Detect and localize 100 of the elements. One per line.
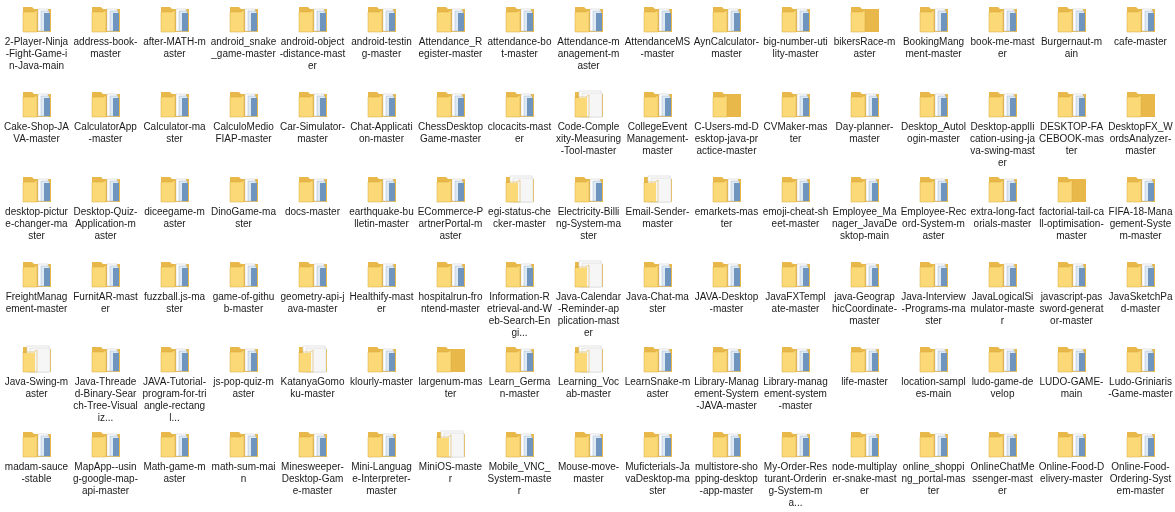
- folder-name[interactable]: location-samples-main: [900, 376, 967, 400]
- folder-name[interactable]: Mobile_VNC_System-master: [486, 461, 553, 497]
- folder-name[interactable]: clocacits-master: [486, 121, 553, 145]
- folder-name[interactable]: Java-Calendar-Reminder-application-master: [555, 291, 622, 339]
- folder-name[interactable]: life-master: [831, 376, 898, 388]
- folder-name[interactable]: DesktopFX_WordsAnalyzer-master: [1107, 121, 1174, 157]
- folder-name[interactable]: My-Order-Resturant-Ordering-System-ma...: [762, 461, 829, 509]
- folder-name[interactable]: earthquake-bulletin-master: [348, 206, 415, 230]
- folder-name[interactable]: KatanyaGomoku-master: [279, 376, 346, 400]
- folder-name[interactable]: Mini-Language-Interpreter-master: [348, 461, 415, 497]
- folder-name[interactable]: BookingMangment-master: [900, 36, 967, 60]
- folder-name[interactable]: DESKTOP-FACEBOOK-master: [1038, 121, 1105, 157]
- folder-name[interactable]: javascript-password-generator-master: [1038, 291, 1105, 327]
- folder-name[interactable]: android-object-distance-master: [279, 36, 346, 72]
- folder-name[interactable]: largenum-master: [417, 376, 484, 400]
- folder-name[interactable]: attendance-bot-master: [486, 36, 553, 60]
- folder-name[interactable]: ludo-game-develop: [969, 376, 1036, 400]
- folder-name[interactable]: bikersRace-master: [831, 36, 898, 60]
- folder-name[interactable]: Library-Management-System-JAVA-master: [693, 376, 760, 412]
- folder-name[interactable]: ECommerce-PartnerPortal-master: [417, 206, 484, 242]
- folder-name[interactable]: Chat-Application-master: [348, 121, 415, 145]
- folder-name[interactable]: Electricity-Billing-System-master: [555, 206, 622, 242]
- folder-name[interactable]: CVMaker-master: [762, 121, 829, 145]
- folder-name[interactable]: desktop-picture-changer-master: [3, 206, 70, 242]
- folder-name[interactable]: AttendanceMS-master: [624, 36, 691, 60]
- folder-name[interactable]: MapApp--using-google-map-api-master: [72, 461, 139, 497]
- folder-name[interactable]: LearnSnake-master: [624, 376, 691, 400]
- folder-name[interactable]: big-number-utility-master: [762, 36, 829, 60]
- folder-name[interactable]: Muficterials-JavaDesktop-master: [624, 461, 691, 497]
- folder-name[interactable]: Code-Complexity-Measuring-Tool-master: [555, 121, 622, 157]
- folder-name[interactable]: factorial-tail-call-optimisation-master: [1038, 206, 1105, 242]
- folder-name[interactable]: java-GeographicCoordinate-master: [831, 291, 898, 327]
- folder-name[interactable]: Java-Threaded-Binary-Search-Tree-Visualiz...: [72, 376, 139, 424]
- folder-name[interactable]: Library-management-system-master: [762, 376, 829, 412]
- folder-name[interactable]: geometry-api-java-master: [279, 291, 346, 315]
- folder-name[interactable]: extra-long-factorials-master: [969, 206, 1036, 230]
- folder-name[interactable]: CalculatorApp-master: [72, 121, 139, 145]
- folder-name[interactable]: FIFA-18-Management-System-master: [1107, 206, 1174, 242]
- folder-name[interactable]: Email-Sender-master: [624, 206, 691, 230]
- folder-name[interactable]: Day-planner-master: [831, 121, 898, 145]
- folder-name[interactable]: Desktop_Autologin-master: [900, 121, 967, 145]
- folder-name[interactable]: Online-Food-Ordering-System-master: [1107, 461, 1174, 497]
- folder-name[interactable]: 2-Player-Ninja-Fight-Game-in-Java-main: [3, 36, 70, 72]
- folder-name[interactable]: game-of-github-master: [210, 291, 277, 315]
- folder-name[interactable]: Employee-Record-System-master: [900, 206, 967, 242]
- folder-name[interactable]: Mouse-move-master: [555, 461, 622, 485]
- folder-name[interactable]: FreightManagement-master: [3, 291, 70, 315]
- folder-name[interactable]: FurnitAR-master: [72, 291, 139, 315]
- folder-name[interactable]: CollegeEventManagement-master: [624, 121, 691, 157]
- folder-name[interactable]: Attendance-management-master: [555, 36, 622, 72]
- folder-name[interactable]: diceegame-master: [141, 206, 208, 230]
- folder-name[interactable]: Learning_Vocab-master: [555, 376, 622, 400]
- folder-name[interactable]: Information-Retrieval-and-Web-Search-Engi...: [486, 291, 553, 339]
- folder-name[interactable]: Java-Chat-master: [624, 291, 691, 315]
- folder-name[interactable]: Minesweeper-Desktop-Game-master: [279, 461, 346, 497]
- folder-name[interactable]: JavaFXTemplate-master: [762, 291, 829, 315]
- folder-name[interactable]: Attendance_Register-master: [417, 36, 484, 60]
- folder-name[interactable]: LUDO-GAME-main: [1038, 376, 1105, 400]
- folder-name[interactable]: android-testing-master: [348, 36, 415, 60]
- folder-name[interactable]: Healthify-master: [348, 291, 415, 315]
- folder-name[interactable]: Burgernaut-main: [1038, 36, 1105, 60]
- folder-name[interactable]: address-book-master: [72, 36, 139, 60]
- folder-name[interactable]: online_shopping_portal-master: [900, 461, 967, 497]
- folder-name[interactable]: fuzzball.js-master: [141, 291, 208, 315]
- folder-name[interactable]: book-me-master: [969, 36, 1036, 60]
- folder-name[interactable]: Cake-Shop-JAVA-master: [3, 121, 70, 145]
- folder-name[interactable]: Java-Interview-Programs-master: [900, 291, 967, 327]
- folder-name[interactable]: madam-sauce-stable: [3, 461, 70, 485]
- folder-name[interactable]: cafe-master: [1107, 36, 1174, 48]
- folder-name[interactable]: JAVA-Desktop-master: [693, 291, 760, 315]
- folder-name[interactable]: emarkets-master: [693, 206, 760, 230]
- folder-name[interactable]: Desktop-applIication-using-java-swing-master: [969, 121, 1036, 169]
- folder-name[interactable]: js-pop-quiz-master: [210, 376, 277, 400]
- folder-name[interactable]: Employee_Manager_JavaDesktop-main: [831, 206, 898, 242]
- folder-name[interactable]: JavaLogicalSimulator-master: [969, 291, 1036, 327]
- folder-name[interactable]: OnlineChatMessenger-master: [969, 461, 1036, 497]
- folder-name[interactable]: DinoGame-master: [210, 206, 277, 230]
- folder-name[interactable]: after-MATH-master: [141, 36, 208, 60]
- folder-name[interactable]: CalculoMedioFIAP-master: [210, 121, 277, 145]
- folder-name[interactable]: docs-master: [279, 206, 346, 218]
- folder-name[interactable]: ChessDesktopGame-master: [417, 121, 484, 145]
- folder-name[interactable]: MiniOS-master: [417, 461, 484, 485]
- folder-name[interactable]: Car-Simulator-master: [279, 121, 346, 145]
- folder-name[interactable]: Math-game-master: [141, 461, 208, 485]
- folder-name[interactable]: hospitalrun-frontend-master: [417, 291, 484, 315]
- folder-name[interactable]: node-multiplayer-snake-master: [831, 461, 898, 497]
- folder-name[interactable]: JavaSketchPad-master: [1107, 291, 1174, 315]
- folder-name[interactable]: math-sum-main: [210, 461, 277, 485]
- folder-name[interactable]: multistore-shopping-desktop-app-master: [693, 461, 760, 497]
- folder-name[interactable]: JAVA-Tutorial-program-for-triangle-rectangl...: [141, 376, 208, 424]
- folder-name[interactable]: emoji-cheat-sheet-master: [762, 206, 829, 230]
- folder-name[interactable]: Learn_German-master: [486, 376, 553, 400]
- folder-name[interactable]: Desktop-Quiz-Application-master: [72, 206, 139, 242]
- folder-name[interactable]: Java-Swing-master: [3, 376, 70, 400]
- folder-name[interactable]: Online-Food-Delivery-master: [1038, 461, 1105, 485]
- folder-name[interactable]: Calculator-master: [141, 121, 208, 145]
- folder-name[interactable]: Ludo-Griniaris-Game-master: [1107, 376, 1174, 400]
- folder-name[interactable]: klourly-master: [348, 376, 415, 388]
- folder-name[interactable]: egi-status-checker-master: [486, 206, 553, 230]
- folder-name[interactable]: AynCalculator-master: [693, 36, 760, 60]
